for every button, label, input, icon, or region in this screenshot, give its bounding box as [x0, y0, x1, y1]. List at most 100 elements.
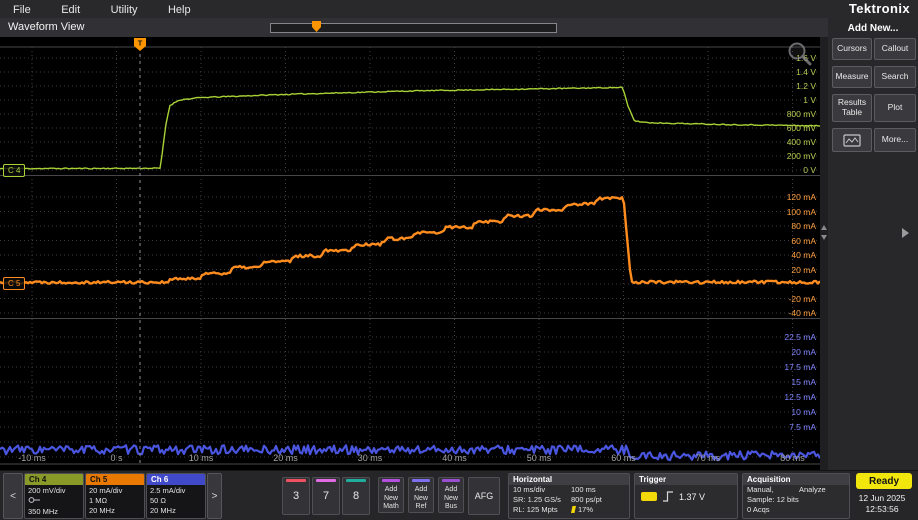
ch8-color-chip — [346, 479, 366, 482]
ch6-impedance: 50 Ω — [150, 496, 202, 506]
channel-badge-ch6[interactable]: Ch 6 2.5 mA/div 50 Ω 20 MHz — [146, 473, 206, 519]
ready-status-button[interactable]: Ready — [856, 473, 912, 489]
scroll-down-icon[interactable] — [821, 235, 827, 240]
x-axis-label: 80 ms — [771, 453, 815, 463]
acquisition-title: Acquisition — [743, 474, 849, 485]
cursors-button[interactable]: Cursors — [832, 38, 872, 60]
trigger-title: Trigger — [635, 474, 737, 485]
trigger-panel[interactable]: Trigger 1.37 V — [634, 473, 738, 519]
waveform-plot[interactable]: T — [0, 37, 820, 470]
x-axis-label: 70 ms — [686, 453, 730, 463]
trigger-source-chip — [641, 492, 657, 501]
menu-file[interactable]: File — [0, 2, 44, 18]
afg-button[interactable]: AFG — [468, 477, 500, 515]
probe-icon — [28, 496, 41, 504]
ch5-label: Ch 5 — [90, 475, 107, 484]
bus-color-chip — [442, 479, 460, 482]
ch5-bandwidth: 20 MHz — [89, 506, 141, 516]
channel-badge-ch5[interactable]: Ch 5 20 mA/div 1 MΩ 20 MHz — [85, 473, 145, 519]
channel-button-8[interactable]: 8 — [342, 477, 370, 515]
ch4-bandwidth: 350 MHz — [28, 507, 80, 517]
afg-label: AFG — [475, 491, 494, 501]
waveform-view: T -10 ms0 s10 ms20 ms30 ms40 ms50 ms60 m… — [0, 37, 820, 470]
badge-scroll-right-button[interactable]: > — [207, 473, 222, 519]
ch3-color-chip — [286, 479, 306, 482]
y-axis-label: 120 mA — [744, 192, 816, 202]
expand-arrow-icon[interactable] — [902, 228, 909, 238]
acquisition-panel[interactable]: Acquisition Manual, Analyze Sample: 12 bi… — [742, 473, 850, 519]
horizontal-window: 100 ms — [571, 485, 596, 495]
y-axis-label: 0 V — [744, 165, 816, 175]
tab-strip: Waveform View — [0, 18, 828, 38]
y-axis-label: 200 mV — [744, 151, 816, 161]
plot-scrollbar[interactable] — [820, 37, 828, 470]
x-axis-label: 0 s — [95, 453, 139, 463]
results-table-button[interactable]: Results Table — [832, 94, 872, 122]
compress-icon — [571, 506, 576, 513]
menu-utility[interactable]: Utility — [98, 2, 151, 18]
y-axis-label: -20 mA — [744, 294, 816, 304]
date-label: 12 Jun 2025 — [846, 493, 918, 504]
y-axis-label: 80 mA — [744, 221, 816, 231]
horizontal-panel[interactable]: Horizontal 10 ms/div100 ms SR: 1.25 GS/s… — [508, 473, 630, 519]
menu-edit[interactable]: Edit — [48, 2, 93, 18]
acq-sample: Sample: 12 bits — [747, 495, 799, 504]
y-axis-label: 1 V — [744, 95, 816, 105]
y-axis-label: -40 mA — [744, 308, 816, 318]
measure-button[interactable]: Measure — [832, 66, 872, 88]
channel-badge-c4-handle[interactable]: C 4 — [3, 164, 25, 177]
x-axis-label: 20 ms — [264, 453, 308, 463]
y-axis-label: 10 mA — [744, 407, 816, 417]
ch7-number: 7 — [323, 490, 329, 502]
graticule — [0, 47, 820, 464]
y-axis-label: 22.5 mA — [744, 332, 816, 342]
ch7-color-chip — [316, 479, 336, 482]
y-axis-label: 100 mA — [744, 207, 816, 217]
menu-help[interactable]: Help — [155, 2, 204, 18]
add-new-bus-button[interactable]: Add New Bus — [438, 477, 464, 513]
badge-scroll-left-button[interactable]: < — [3, 473, 23, 519]
trigger-indicator[interactable]: T — [134, 38, 146, 464]
waveform-image-button[interactable] — [832, 128, 872, 152]
tab-waveform-view[interactable]: Waveform View — [8, 21, 84, 33]
horizontal-title: Horizontal — [509, 474, 629, 485]
ch6-label: Ch 6 — [151, 475, 168, 484]
channel-button-3[interactable]: 3 — [282, 477, 310, 515]
channel-button-7[interactable]: 7 — [312, 477, 340, 515]
y-axis-label: 60 mA — [744, 236, 816, 246]
channel-badge-ch4[interactable]: Ch 4 200 mV/div 350 MHz — [24, 473, 84, 519]
trigger-level: 1.37 V — [679, 492, 705, 502]
x-axis-label: 10 ms — [179, 453, 223, 463]
tektronix-logo: Tektronix — [849, 1, 910, 16]
y-axis-label: 1.4 V — [744, 67, 816, 77]
y-axis-label: 1.2 V — [744, 81, 816, 91]
add-new-ref-button[interactable]: Add New Ref — [408, 477, 434, 513]
y-axis-label: 800 mV — [744, 109, 816, 119]
y-axis-label: 15 mA — [744, 377, 816, 387]
search-button[interactable]: Search — [874, 66, 916, 88]
zoom-glass-icon[interactable] — [786, 40, 814, 68]
y-axis-label: 20 mA — [744, 347, 816, 357]
y-axis-label: 17.5 mA — [744, 362, 816, 372]
more-button[interactable]: More... — [874, 128, 916, 152]
y-axis-label: 600 mV — [744, 123, 816, 133]
y-axis-label: 20 mA — [744, 265, 816, 275]
add-new-math-button[interactable]: Add New Math — [378, 477, 404, 513]
x-axis-label: 30 ms — [348, 453, 392, 463]
y-axis-label: 40 mA — [744, 250, 816, 260]
acq-mode: Manual, — [747, 485, 774, 494]
x-axis-label: 60 ms — [602, 453, 646, 463]
rising-edge-icon — [662, 491, 674, 502]
channel-badge-c5-handle[interactable]: C 5 — [3, 277, 25, 290]
oscilloscope-app: File Edit Utility Help Tektronix Wavefor… — [0, 0, 918, 520]
y-axis-label: 400 mV — [744, 137, 816, 147]
plot-button[interactable]: Plot — [874, 94, 916, 122]
ch5-scale: 20 mA/div — [89, 486, 141, 496]
time-label: 12:53:56 — [846, 504, 918, 515]
acq-analyze: Analyze — [799, 485, 826, 495]
scroll-up-icon[interactable] — [821, 225, 827, 230]
callout-button[interactable]: Callout — [874, 38, 916, 60]
image-icon — [843, 134, 861, 147]
ch5-impedance: 1 MΩ — [89, 496, 141, 506]
ch6-bandwidth: 20 MHz — [150, 506, 202, 516]
